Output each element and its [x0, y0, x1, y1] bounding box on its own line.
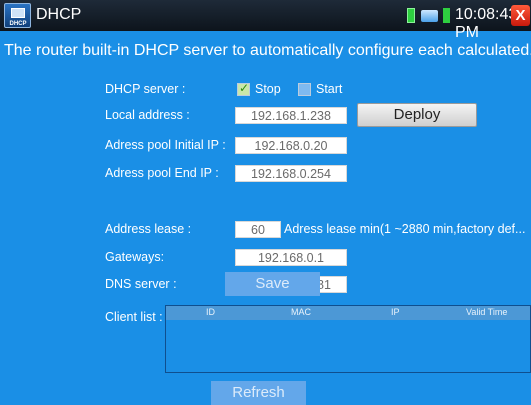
lease-label: Address lease : [105, 222, 192, 236]
pool-initial-label: Adress pool Initial IP : [105, 138, 226, 152]
column-valid-time: Valid Time [466, 307, 508, 317]
app-title: DHCP [36, 6, 82, 23]
pool-end-field[interactable]: 192.168.0.254 [235, 165, 347, 182]
client-list-header: ID MAC IP Valid Time [166, 306, 530, 320]
close-button[interactable]: X [511, 5, 530, 26]
client-list-table[interactable]: ID MAC IP Valid Time [165, 305, 531, 373]
stop-checkbox-label: Stop [255, 82, 281, 96]
stop-checkbox[interactable] [237, 81, 250, 96]
start-checkbox[interactable] [298, 83, 311, 96]
refresh-button[interactable]: Refresh [211, 381, 306, 405]
pool-end-label: Adress pool End IP : [105, 166, 219, 180]
client-list-label: Client list : [105, 310, 163, 324]
column-id: ID [206, 307, 215, 317]
start-checkbox-label: Start [316, 82, 343, 96]
deploy-button[interactable]: Deploy [357, 103, 477, 127]
network-icon [421, 10, 438, 22]
pool-initial-field[interactable]: 192.168.0.20 [235, 137, 347, 154]
lease-field[interactable]: 60 [235, 221, 281, 238]
battery-icon [407, 8, 415, 23]
gateways-field[interactable]: 192.168.0.1 [235, 249, 347, 266]
lease-note: Adress lease min(1 ~2880 min,factory def… [284, 222, 526, 236]
app-icon-caption: DHCP [9, 21, 27, 27]
dhcp-app-icon: DHCP [4, 3, 31, 28]
column-mac: MAC [291, 307, 311, 317]
page-description: The router built-in DHCP server to autom… [4, 42, 531, 59]
local-address-field[interactable]: 192.168.1.238 [235, 107, 347, 124]
column-ip: IP [391, 307, 400, 317]
dns-label: DNS server : [105, 277, 177, 291]
gateways-label: Gateways: [105, 250, 165, 264]
monitor-icon [11, 8, 25, 18]
save-button[interactable]: Save [225, 272, 320, 296]
signal-icon [443, 8, 450, 23]
local-address-label: Local address : [105, 108, 190, 122]
dhcp-server-label: DHCP server : [105, 82, 186, 96]
title-bar: DHCP DHCP 10:08:43 PM X [0, 0, 531, 41]
